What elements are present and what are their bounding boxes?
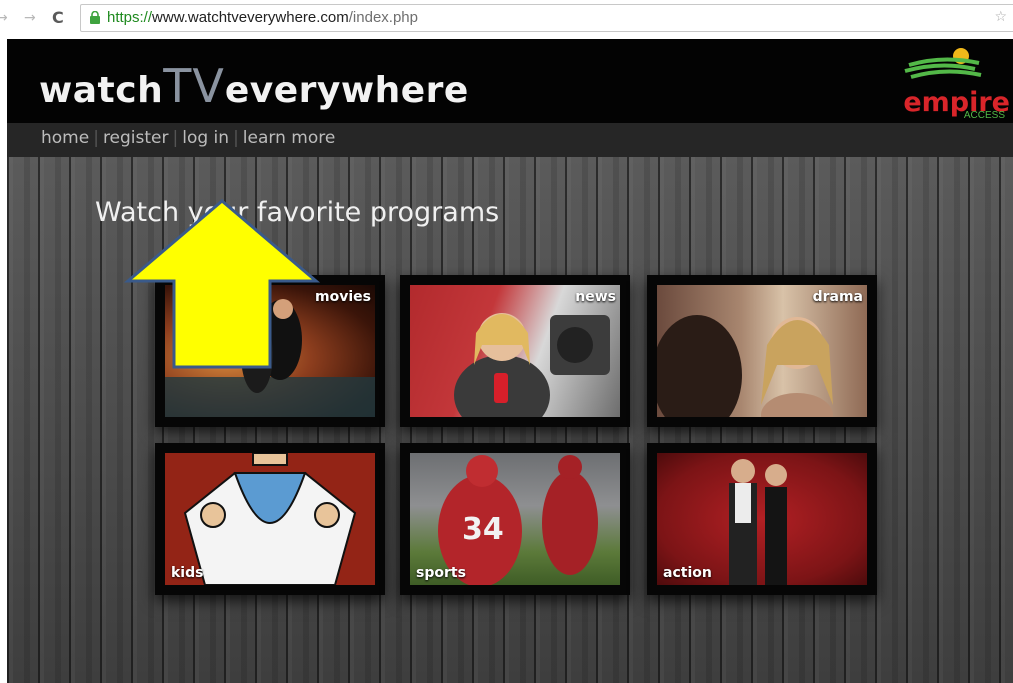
partner-logo[interactable]: empire ACCESS [903,47,1013,121]
site-header: watchTVeverywhere empire ACCESS [7,39,1013,123]
tile-label-sports: sports [416,565,466,581]
reload-icon[interactable]: C [52,10,64,26]
back-arrow-icon[interactable]: → [0,11,8,25]
logo-tv: TV [163,59,225,113]
category-tile-news[interactable]: news [400,275,630,427]
category-tile-action[interactable]: action [647,443,877,595]
svg-text:34: 34 [462,512,504,547]
address-bar[interactable]: https://www.watchtveverywhere.com/index.… [80,4,1013,32]
site-logo[interactable]: watchTVeverywhere [39,59,469,113]
url-host: www.watchtveverywhere.com [152,9,349,26]
lock-icon [90,11,100,24]
site-nav: home | register | log in | learn more [7,123,1013,157]
url-path: /index.php [348,9,418,26]
logo-prefix: watch [39,70,164,111]
partner-emblem-icon [904,48,982,79]
nav-separator: | [93,128,99,148]
nav-links: home | register | log in | learn more [41,128,335,148]
url-scheme: https:// [107,9,153,26]
tile-label-action: action [663,565,712,581]
category-tile-kids[interactable]: kids [155,443,385,595]
category-tile-drama[interactable]: drama [647,275,877,427]
website: watchTVeverywhere empire ACCESS home | reg… [7,39,1013,683]
partner-subtitle: ACCESS [963,110,1005,121]
tile-label-drama: drama [812,289,863,305]
tile-label-news: news [575,289,616,305]
bookmark-star-icon[interactable]: ☆ [994,9,1007,25]
nav-log-in[interactable]: log in [182,128,229,148]
forward-arrow-icon[interactable]: → [24,11,36,25]
browser-toolbar: → → C https://www.watchtveverywhere.com/… [0,0,1013,38]
nav-register[interactable]: register [103,128,169,148]
nav-separator: | [172,128,179,148]
url-text: https://www.watchtveverywhere.com/index.… [107,9,418,26]
logo-suffix: everywhere [224,70,469,111]
tile-label-kids: kids [171,565,204,581]
yellow-up-arrow-icon [124,199,321,369]
nav-home[interactable]: home [41,128,89,148]
nav-learn-more[interactable]: learn more [243,128,336,148]
category-tile-sports[interactable]: 34 sports [400,443,630,595]
nav-separator: | [233,128,239,148]
